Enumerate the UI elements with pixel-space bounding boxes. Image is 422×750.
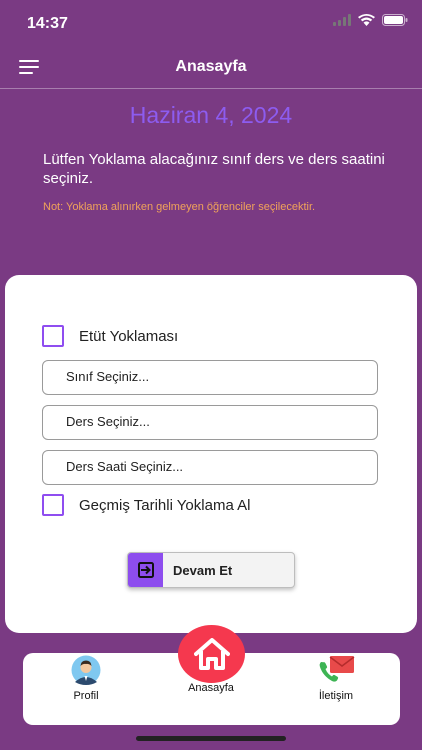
past-date-checkbox-label: Geçmiş Tarihli Yoklama Al bbox=[79, 496, 251, 514]
lesson-hour-select[interactable]: Ders Saati Seçiniz... bbox=[42, 450, 378, 485]
nav-bar: Anasayfa bbox=[0, 48, 422, 89]
current-date: Haziran 4, 2024 bbox=[129, 102, 293, 128]
attendance-form-card: Etüt Yoklaması Sınıf Seçiniz... Ders Seç… bbox=[5, 275, 417, 633]
profile-avatar-icon bbox=[71, 655, 101, 685]
enter-arrow-icon bbox=[128, 553, 163, 587]
tab-contact-label: İletişim bbox=[318, 690, 354, 702]
home-button[interactable] bbox=[178, 625, 245, 683]
note-text: Not: Yoklama alınırken gelmeyen öğrencil… bbox=[43, 201, 316, 213]
instruction-text: Lütfen Yoklama alacağınız sınıf ders ve … bbox=[43, 151, 385, 187]
lesson-select[interactable]: Ders Seçiniz... bbox=[42, 405, 378, 440]
home-icon bbox=[193, 638, 230, 670]
class-select[interactable]: Sınıf Seçiniz... bbox=[42, 360, 378, 395]
past-date-checkbox[interactable] bbox=[42, 494, 64, 516]
past-date-checkbox-row[interactable]: Geçmiş Tarihli Yoklama Al bbox=[42, 494, 250, 516]
status-bar: 14:37 bbox=[0, 0, 422, 48]
signal-icon bbox=[333, 14, 351, 26]
etut-checkbox-row[interactable]: Etüt Yoklaması bbox=[42, 325, 178, 347]
etut-checkbox-label: Etüt Yoklaması bbox=[79, 327, 179, 345]
continue-button-label: Devam Et bbox=[173, 563, 233, 578]
status-icons bbox=[333, 14, 408, 26]
home-indicator bbox=[136, 736, 286, 741]
tab-home-label: Anasayfa bbox=[188, 682, 234, 694]
tab-profile[interactable]: Profil bbox=[61, 655, 111, 702]
continue-button[interactable]: Devam Et bbox=[127, 552, 295, 588]
battery-icon bbox=[382, 14, 408, 26]
tab-contact[interactable]: İletişim bbox=[306, 655, 366, 702]
page-title: Anasayfa bbox=[175, 58, 247, 75]
wifi-icon bbox=[358, 14, 375, 26]
status-time: 14:37 bbox=[27, 15, 68, 32]
etut-checkbox[interactable] bbox=[42, 325, 64, 347]
phone-mail-icon bbox=[319, 656, 355, 682]
tab-profile-label: Profil bbox=[73, 690, 99, 702]
